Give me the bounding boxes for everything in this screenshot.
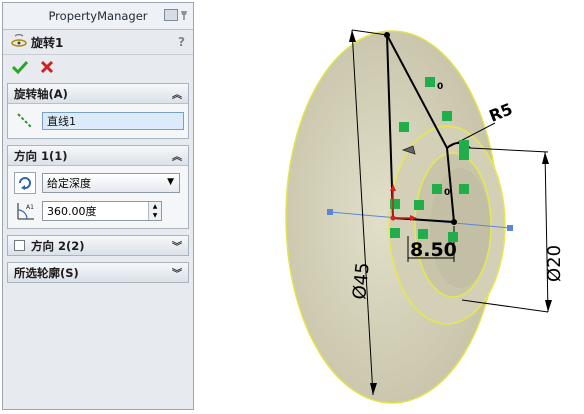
- relation-icon: [390, 228, 400, 238]
- direction2-header[interactable]: 方向 2(2) ︾: [8, 236, 188, 255]
- relation-icon: [414, 200, 424, 210]
- ok-cancel-row: [3, 55, 193, 81]
- reverse-direction-icon[interactable]: [14, 172, 36, 194]
- relation-icon: [418, 229, 428, 239]
- revolve-icon: [11, 33, 27, 51]
- selected-contours-header[interactable]: 所选轮廓(S) ︾: [8, 263, 188, 282]
- relation-icon: [459, 140, 469, 150]
- direction1-group: 方向 1(1) ︽ 给定深度 ▼ A1 360.00度 ▲ ▼: [7, 145, 189, 229]
- dropdown-arrow-icon: ▼: [167, 177, 174, 187]
- direction2-checkbox[interactable]: [14, 240, 25, 251]
- selected-contours-title: 所选轮廓(S): [14, 265, 79, 280]
- check-icon: [11, 60, 29, 74]
- selected-contours-group: 所选轮廓(S) ︾: [7, 262, 189, 283]
- expand-chevron-icon[interactable]: ︾: [172, 238, 182, 253]
- axis-endpoint-left[interactable]: [327, 209, 333, 215]
- sketch-point-mid[interactable]: [451, 219, 457, 225]
- end-condition-value: 给定深度: [47, 177, 91, 190]
- pin-icon[interactable]: [179, 9, 189, 21]
- help-icon[interactable]: ?: [178, 35, 185, 49]
- x-icon: [40, 60, 54, 73]
- angle-icon: A1: [14, 200, 36, 222]
- direction1-title: 方向 1(1): [14, 148, 68, 163]
- relation-icon: [399, 122, 409, 132]
- angle-input[interactable]: 360.00度 ▲ ▼: [42, 201, 162, 221]
- dimension-d45[interactable]: Ø45: [349, 261, 374, 300]
- relation-icon: [448, 232, 458, 242]
- collapse-chevron-icon[interactable]: ︽: [172, 86, 182, 101]
- relation-icon: [432, 184, 442, 194]
- feature-name: 旋转1: [31, 35, 64, 50]
- header-icons: [164, 9, 189, 21]
- show-preview-icon[interactable]: [164, 9, 178, 21]
- spin-arrows-icon[interactable]: ▲ ▼: [148, 202, 161, 220]
- end-condition-select[interactable]: 给定深度 ▼: [42, 173, 180, 193]
- axis-group-title: 旋转轴(A): [14, 86, 68, 101]
- cancel-button[interactable]: [40, 59, 54, 78]
- direction1-header[interactable]: 方向 1(1) ︽: [8, 146, 188, 166]
- relation-icon: [425, 77, 435, 87]
- ok-button[interactable]: [11, 59, 29, 78]
- angle-value: 360.00度: [47, 205, 97, 218]
- dimension-d20[interactable]: Ø20: [544, 245, 565, 282]
- relation-icon: [390, 199, 400, 209]
- relation-icon: [459, 184, 469, 194]
- direction2-title: 方向 2(2): [31, 238, 85, 253]
- collapse-chevron-icon[interactable]: ︽: [172, 148, 182, 163]
- axis-group-header[interactable]: 旋转轴(A) ︽: [8, 84, 188, 104]
- axis-selection-field[interactable]: 直线1: [42, 112, 184, 130]
- direction2-group: 方向 2(2) ︾: [7, 235, 189, 256]
- relation-label: 0: [437, 82, 443, 92]
- angle-spin-label: A1: [26, 204, 34, 211]
- expand-chevron-icon[interactable]: ︾: [172, 265, 182, 280]
- property-manager-header: PropertyManager: [3, 3, 193, 30]
- property-manager: PropertyManager 旋转1 ? 旋转轴(A) ︽ 直线1 方向 1(…: [2, 2, 194, 410]
- property-manager-title: PropertyManager: [48, 9, 148, 23]
- axis-of-revolution-group: 旋转轴(A) ︽ 直线1: [7, 83, 189, 139]
- graphics-viewport[interactable]: R5 8.50 Ø45 Ø20 0 0: [196, 0, 584, 414]
- dimension-8-50[interactable]: 8.50: [410, 239, 457, 261]
- relation-label: 0: [444, 188, 450, 198]
- relation-icon: [442, 111, 452, 121]
- feature-header: 旋转1 ?: [3, 30, 193, 55]
- axis-line-icon: [14, 110, 36, 132]
- axis-endpoint-right[interactable]: [507, 225, 513, 231]
- relation-icon: [459, 150, 469, 160]
- dimension-r5[interactable]: R5: [486, 99, 515, 125]
